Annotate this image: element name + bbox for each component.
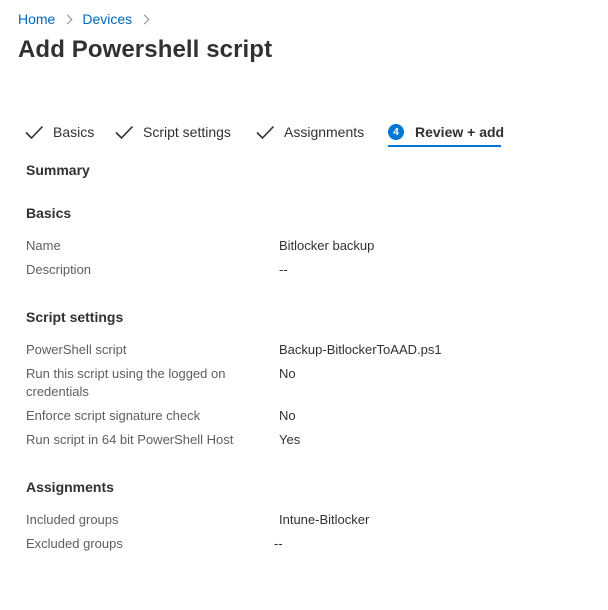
name-value: Bitlocker backup — [279, 238, 375, 253]
run-64bit-value: Yes — [279, 432, 301, 447]
breadcrumb-home-link[interactable]: Home — [18, 11, 55, 27]
powershell-script-value: Backup-BitlockerToAAD.ps1 — [279, 342, 442, 357]
summary-heading: Summary — [26, 162, 90, 178]
description-label: Description — [26, 262, 92, 277]
tab-review-add[interactable]: 4 Review + add — [388, 118, 504, 146]
excluded-groups-label: Excluded groups — [26, 536, 123, 551]
page-title: Add Powershell script — [18, 36, 273, 63]
tab-label: Script settings — [143, 124, 231, 140]
step-number-badge: 4 — [388, 124, 404, 140]
included-groups-value: Intune-Bitlocker — [279, 512, 370, 527]
name-label: Name — [26, 238, 61, 253]
script-settings-heading: Script settings — [26, 309, 124, 325]
signature-check-label: Enforce script signature check — [26, 408, 201, 423]
tab-label: Assignments — [284, 124, 365, 140]
assignments-heading: Assignments — [26, 479, 114, 495]
basics-heading: Basics — [26, 205, 72, 221]
included-groups-label: Included groups — [26, 512, 119, 527]
checkmark-icon — [256, 125, 275, 140]
run-64bit-label: Run script in 64 bit PowerShell Host — [26, 432, 234, 447]
checkmark-icon — [115, 125, 134, 140]
powershell-script-label: PowerShell script — [26, 342, 127, 357]
description-value: -- — [279, 262, 288, 277]
run-as-logged-on-label: Run this script using the logged on cred… — [26, 366, 226, 399]
chevron-right-icon — [62, 14, 73, 24]
breadcrumb-devices-link[interactable]: Devices — [82, 11, 132, 27]
tab-basics[interactable]: Basics — [24, 118, 94, 146]
tab-label: Basics — [53, 124, 95, 140]
tab-script-settings[interactable]: Script settings — [114, 118, 231, 146]
breadcrumb: Home Devices — [18, 11, 159, 27]
excluded-groups-value: -- — [274, 536, 283, 551]
chevron-right-icon — [139, 14, 150, 24]
signature-check-value: No — [279, 408, 296, 423]
active-tab-indicator — [388, 145, 501, 147]
run-as-logged-on-value: No — [279, 366, 296, 381]
tab-label: Review + add — [415, 124, 505, 140]
tab-assignments[interactable]: Assignments — [255, 118, 364, 146]
checkmark-icon — [25, 125, 44, 140]
